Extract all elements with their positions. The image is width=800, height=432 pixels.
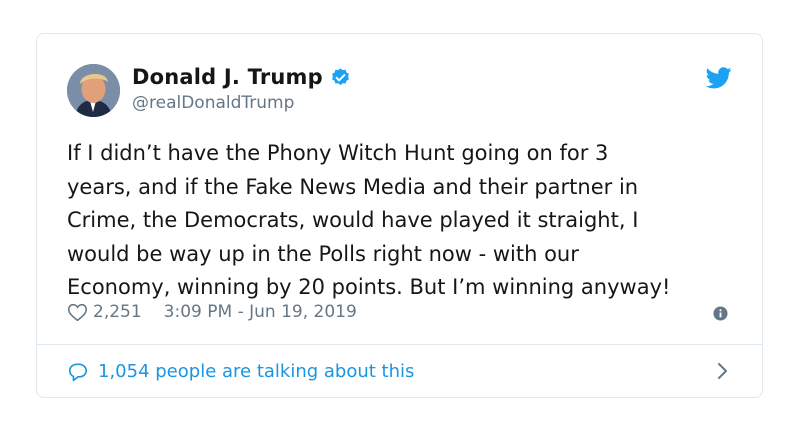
chevron-right-icon[interactable] (717, 362, 729, 380)
author-handle[interactable]: @realDonaldTrump (132, 93, 294, 113)
tweet-text: If I didn’t have the Phony Witch Hunt go… (67, 141, 671, 299)
twitter-bird-icon[interactable] (706, 67, 732, 89)
author-name[interactable]: Donald J. Trump (132, 65, 323, 89)
verified-badge-icon (331, 67, 349, 85)
tweet-card: Donald J. Trump @realDonaldTrump If I di… (36, 33, 763, 398)
author-name-row: Donald J. Trump (132, 65, 351, 89)
like-count[interactable]: 2,251 (93, 302, 142, 322)
comment-bubble-icon (69, 362, 87, 381)
talking-about-link[interactable]: 1,054 people are talking about this (67, 345, 732, 398)
tweet-timestamp[interactable]: 3:09 PM - Jun 19, 2019 (164, 302, 357, 322)
info-icon[interactable] (713, 306, 728, 321)
heart-icon[interactable] (67, 302, 88, 322)
talking-about-label[interactable]: 1,054 people are talking about this (98, 361, 414, 382)
avatar[interactable] (67, 64, 120, 117)
tweet-meta: 2,251 3:09 PM - Jun 19, 2019 (67, 302, 357, 322)
